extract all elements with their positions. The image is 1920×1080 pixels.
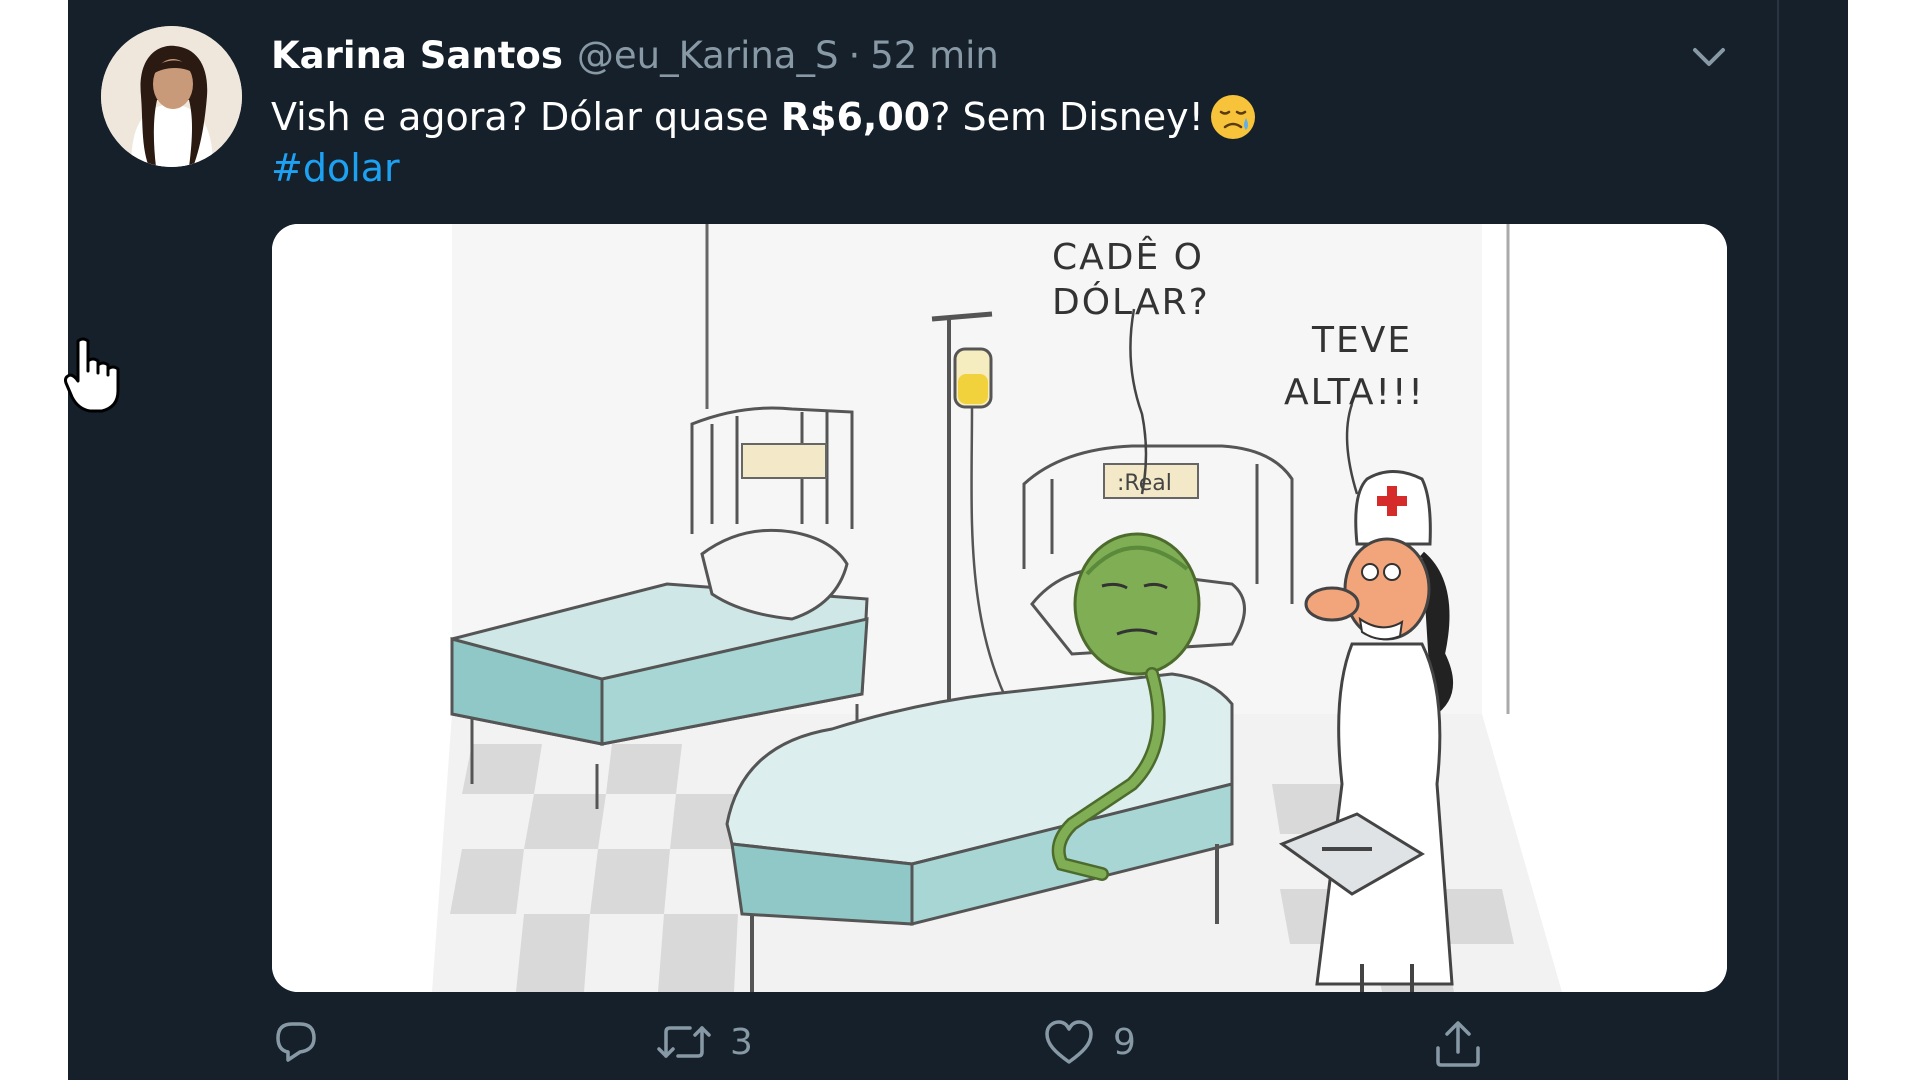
avatar[interactable] xyxy=(101,26,242,167)
heart-icon xyxy=(1045,1020,1093,1064)
hand-cursor-icon xyxy=(64,337,120,413)
tweet-text-price: R$6,00 xyxy=(780,95,931,139)
sad-relieved-face-emoji xyxy=(1210,95,1255,139)
separator-dot: · xyxy=(848,33,861,77)
speech-nurse-line1: TEVE xyxy=(1311,320,1412,361)
speech-patient-line1: CADÊ O xyxy=(1052,236,1204,278)
avatar-photo xyxy=(101,26,242,167)
column-divider xyxy=(1777,0,1779,1080)
retweet-button[interactable]: 3 xyxy=(656,1018,753,1066)
like-button[interactable]: 9 xyxy=(1043,1018,1136,1066)
tweet-text-part: ? Sem Disney! xyxy=(930,95,1204,139)
author-name[interactable]: Karina Santos xyxy=(271,34,563,77)
hospital-cartoon: :Real CADÊ O DÓLAR? TEVE ALTA!!! xyxy=(272,224,1727,992)
speech-nurse-line2: ALTA!!! xyxy=(1284,372,1425,413)
share-button[interactable] xyxy=(1432,1018,1484,1070)
hashtag-link[interactable]: #dolar xyxy=(271,146,400,190)
retweet-count: 3 xyxy=(730,1021,753,1063)
tweet-timestamp[interactable]: 52 min xyxy=(870,34,999,77)
tweet-image[interactable]: :Real CADÊ O DÓLAR? TEVE ALTA!!! xyxy=(272,224,1727,992)
chevron-down-icon[interactable] xyxy=(1689,40,1729,72)
reply-bubble-icon xyxy=(276,1022,316,1062)
tweet-text: Vish e agora? Dólar quase R$6,00? Sem Di… xyxy=(271,92,1258,142)
share-upload-icon xyxy=(1436,1021,1480,1067)
retweet-icon xyxy=(657,1026,711,1058)
author-handle[interactable]: @eu_Karina_S xyxy=(577,34,839,77)
like-count: 9 xyxy=(1113,1021,1136,1063)
reply-button[interactable] xyxy=(272,1018,320,1066)
speech-patient-line2: DÓLAR? xyxy=(1052,281,1210,323)
tweet-text-part: Vish e agora? Dólar quase xyxy=(271,95,781,139)
tweet-header: Karina Santos @eu_Karina_S · 52 min xyxy=(271,30,999,80)
